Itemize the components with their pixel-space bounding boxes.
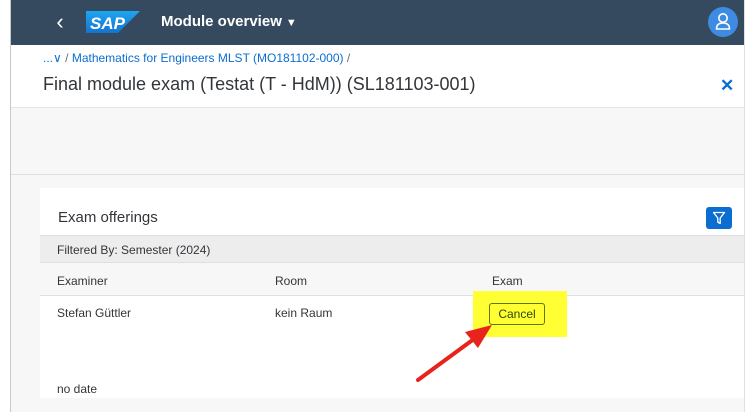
- close-icon: ✕: [720, 76, 735, 95]
- breadcrumb-overflow[interactable]: ...∨: [43, 51, 62, 65]
- shell-bar: ‹ SAP Module overview ▼: [11, 0, 744, 45]
- chevron-down-icon: ▼: [285, 17, 297, 29]
- column-header-examiner: Examiner: [57, 274, 108, 288]
- back-button[interactable]: ‹: [47, 9, 73, 35]
- filter-icon: [712, 211, 726, 225]
- user-icon: [715, 13, 731, 30]
- left-frame: [0, 0, 11, 412]
- date-cell: no date: [57, 382, 98, 396]
- page-content: Exam offerings Filtered By: Semester (20…: [11, 175, 744, 412]
- sap-logo-text: SAP: [90, 14, 126, 33]
- header-content-area: [11, 107, 744, 175]
- breadcrumb: ...∨ / Mathematics for Engineers MLST (M…: [43, 51, 350, 65]
- cancel-button[interactable]: Cancel: [489, 303, 545, 325]
- table-header: Examiner Room Exam: [40, 263, 744, 296]
- breadcrumb-separator: /: [65, 51, 69, 65]
- column-header-exam: Exam: [492, 274, 523, 288]
- user-avatar-button[interactable]: [708, 7, 738, 37]
- breadcrumb-link-module[interactable]: Mathematics for Engineers MLST (MO181102…: [72, 51, 344, 65]
- table-row[interactable]: Stefan Güttler kein Raum no date: [40, 296, 744, 398]
- back-icon: ‹: [56, 9, 64, 34]
- sap-logo[interactable]: SAP: [86, 11, 140, 33]
- right-frame: [744, 0, 755, 412]
- app-title: Module overview: [161, 13, 282, 30]
- page-title: Final module exam (Testat (T - HdM)) (SL…: [43, 74, 476, 94]
- filter-info-bar: Filtered By: Semester (2024): [40, 235, 744, 263]
- exam-offerings-panel: Exam offerings Filtered By: Semester (20…: [40, 188, 744, 398]
- filter-button[interactable]: [706, 207, 732, 229]
- filter-info-text: Filtered By: Semester (2024): [57, 243, 211, 257]
- app-title-menu[interactable]: Module overview ▼: [161, 12, 297, 33]
- close-button[interactable]: ✕: [720, 77, 734, 95]
- room-cell: kein Raum: [275, 306, 333, 320]
- object-header: ...∨ / Mathematics for Engineers MLST (M…: [11, 45, 744, 107]
- breadcrumb-separator-trailing: /: [346, 51, 351, 65]
- panel-title: Exam offerings: [58, 209, 158, 226]
- column-header-room: Room: [275, 274, 308, 288]
- examiner-cell: Stefan Güttler: [57, 306, 132, 320]
